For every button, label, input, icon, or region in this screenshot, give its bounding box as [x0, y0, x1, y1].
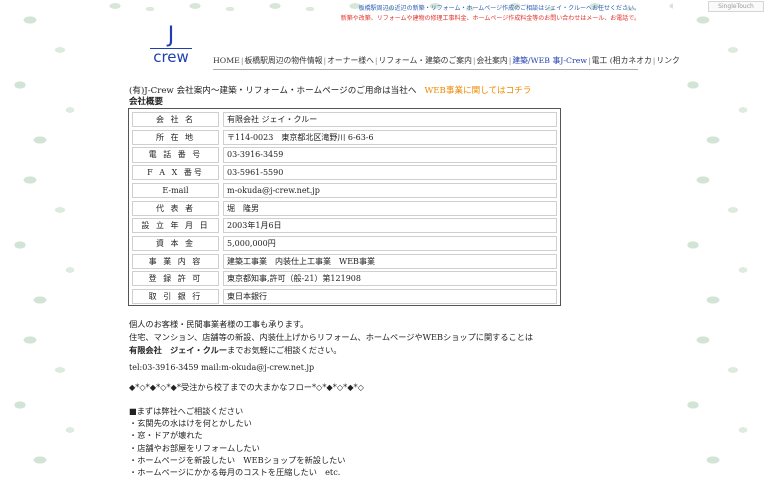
row-value: 東京都知事,許可（般-21）第121908 [223, 271, 557, 287]
nav-item-web[interactable]: 建築/WEB 事J-Crew [512, 56, 587, 65]
row-label: F A X 番号 [132, 165, 219, 181]
singletouch-button[interactable]: SingleTouch [708, 1, 764, 12]
table-row: 取 引 銀 行 東日本銀行 [132, 289, 557, 305]
nav-item-links[interactable]: リンク [656, 56, 679, 65]
intro-line-3-rest: までお気軽にご相談ください。 [227, 345, 342, 355]
page-subtitle: (有)J-Crew 会社案内～建築・リフォーム・ホームページのご用命は当社へ WE… [129, 86, 531, 97]
table-row: E-mail m-okuda@j-crew.net.jp [132, 182, 557, 198]
list-heading: ■まずは弊社へご相談ください [129, 406, 244, 416]
table-row: 登 録 許 可 東京都知事,許可（般-21）第121908 [132, 271, 557, 287]
top-notice: 板橋駅周辺の近辺の新築・リフォーム・ホームページ作成のご相談はジェイ・クルーへお… [341, 4, 640, 24]
row-label: 会 社 名 [132, 112, 219, 128]
nav-separator: | [240, 56, 244, 65]
row-label: 資 本 金 [132, 235, 219, 252]
consultation-list: ■まずは弊社へご相談ください ・玄関先の水はけを何とかしたい ・窓・ドアが壊れた… [129, 405, 346, 478]
row-value: 有限会社 ジェイ・クルー [223, 112, 557, 128]
nav-item-properties[interactable]: 板橋駅周辺の物件情報 [245, 56, 323, 65]
row-label: 代 表 者 [132, 200, 219, 216]
table-row: 資 本 金 5,000,000円 [132, 235, 557, 252]
list-item: ・店舗やお部屋をリフォームしたい [129, 442, 260, 453]
row-value: 〒114-0023 東京都北区滝野川 6-63-6 [223, 129, 557, 145]
table-row: 所 在 地 〒114-0023 東京都北区滝野川 6-63-6 [132, 129, 557, 145]
company-info-table: 会 社 名 有限会社 ジェイ・クルー 所 在 地 〒114-0023 東京都北区… [128, 108, 561, 306]
logo-j: J [167, 23, 175, 48]
table-row: 設 立 年 月 日 2003年1月6日 [132, 218, 557, 234]
row-value: 東日本銀行 [223, 289, 557, 305]
list-item: ・窓・ドアが壊れた [129, 430, 203, 441]
table-row: 会 社 名 有限会社 ジェイ・クルー [132, 112, 557, 128]
nav-divider [213, 69, 638, 70]
nav-separator: | [588, 56, 591, 65]
nav-separator: | [374, 56, 378, 65]
intro-line-1: 個人のお客様・民間事業者様の工事も承ります。 [129, 319, 309, 329]
logo-crew: crew [153, 48, 189, 66]
nav-item-home[interactable]: HOME [213, 56, 240, 65]
nav-separator: | [652, 56, 656, 65]
table-row: 事 業 内 容 建築工事業 内装仕上工事業 WEB事業 [132, 253, 557, 269]
subtitle-text: (有)J-Crew 会社案内～建築・リフォーム・ホームページのご用命は当社へ [129, 86, 417, 96]
intro-line-3: 有限会社 ジェイ・クルーまでお気軽にご相談ください。 [129, 344, 533, 357]
vine-decoration-right [673, 0, 768, 480]
table-row: F A X 番号 03-5961-5590 [132, 165, 557, 181]
row-value: 5,000,000円 [223, 235, 557, 252]
row-label: 設 立 年 月 日 [132, 218, 219, 234]
nav-item-company[interactable]: 会社案内 [477, 56, 508, 65]
section-title: 会社概要 [129, 97, 164, 107]
table-row: 代 表 者 堀 隆男 [132, 200, 557, 216]
nav-separator: | [508, 56, 512, 65]
intro-line-2: 住宅、マンション、店舗等の新設、内装仕上げからリフォーム、ホームページやWEBシ… [129, 332, 534, 342]
row-label: 登 録 許 可 [132, 271, 219, 287]
row-label: 事 業 内 容 [132, 253, 219, 269]
nav-item-electric[interactable]: 電工 (相カネオカ [592, 56, 652, 65]
nav-item-reform[interactable]: リフォーム・建築のご案内 [379, 56, 472, 65]
table-row: 電 話 番 号 03-3916-3459 [132, 147, 557, 163]
intro-text: 個人のお客様・民間事業者様の工事も承ります。 住宅、マンション、店舗等の新設、内… [129, 318, 533, 357]
row-value: 03-3916-3459 [223, 147, 557, 163]
row-label: 所 在 地 [132, 129, 219, 145]
row-value: 03-5961-5590 [223, 165, 557, 181]
row-label: E-mail [132, 182, 219, 198]
nav-separator: | [323, 56, 327, 65]
nav-separator: | [472, 56, 476, 65]
list-item: ・ホームページにかかる毎月のコストを圧縮したい etc. [129, 467, 341, 478]
web-business-link[interactable]: WEB事業に関してはコチラ [424, 86, 531, 96]
row-value: 2003年1月6日 [223, 218, 557, 234]
site-logo[interactable]: J crew [148, 24, 194, 66]
list-item: ・玄関先の水はけを何とかしたい [129, 418, 252, 429]
top-notice-line-1: 板橋駅周辺の近辺の新築・リフォーム・ホームページ作成のご相談はジェイ・クルーへお… [358, 5, 640, 12]
row-value: 建築工事業 内装仕上工事業 WEB事業 [223, 253, 557, 269]
row-label: 電 話 番 号 [132, 147, 219, 163]
nav-item-owners[interactable]: オーナー様へ [327, 56, 374, 65]
row-value: 堀 隆男 [223, 200, 557, 216]
company-name-bold: 有限会社 ジェイ・クルー [129, 345, 228, 355]
top-notice-line-2: 新築や改築、リフォームや建物の修理工事料金、ホームページ作成料金等のお問い合わせ… [340, 15, 640, 22]
row-value[interactable]: m-okuda@j-crew.net.jp [223, 182, 557, 198]
main-navigation: HOME|板橋駅周辺の物件情報|オーナー様へ|リフォーム・建築のご案内|会社案内… [213, 55, 680, 66]
row-label: 取 引 銀 行 [132, 289, 219, 305]
contact-line[interactable]: tel:03-3916-3459 mail:m-okuda@j-crew.net… [129, 363, 314, 372]
list-item: ・ホームページを新設したい WEBショップを新設したい [129, 454, 346, 465]
vine-decoration-left [0, 0, 95, 480]
flow-heading: ◆*◇*◆*◇*◆*受注から校了までの大まかなフロー*◇*◆*◇*◆*◇ [129, 382, 364, 392]
